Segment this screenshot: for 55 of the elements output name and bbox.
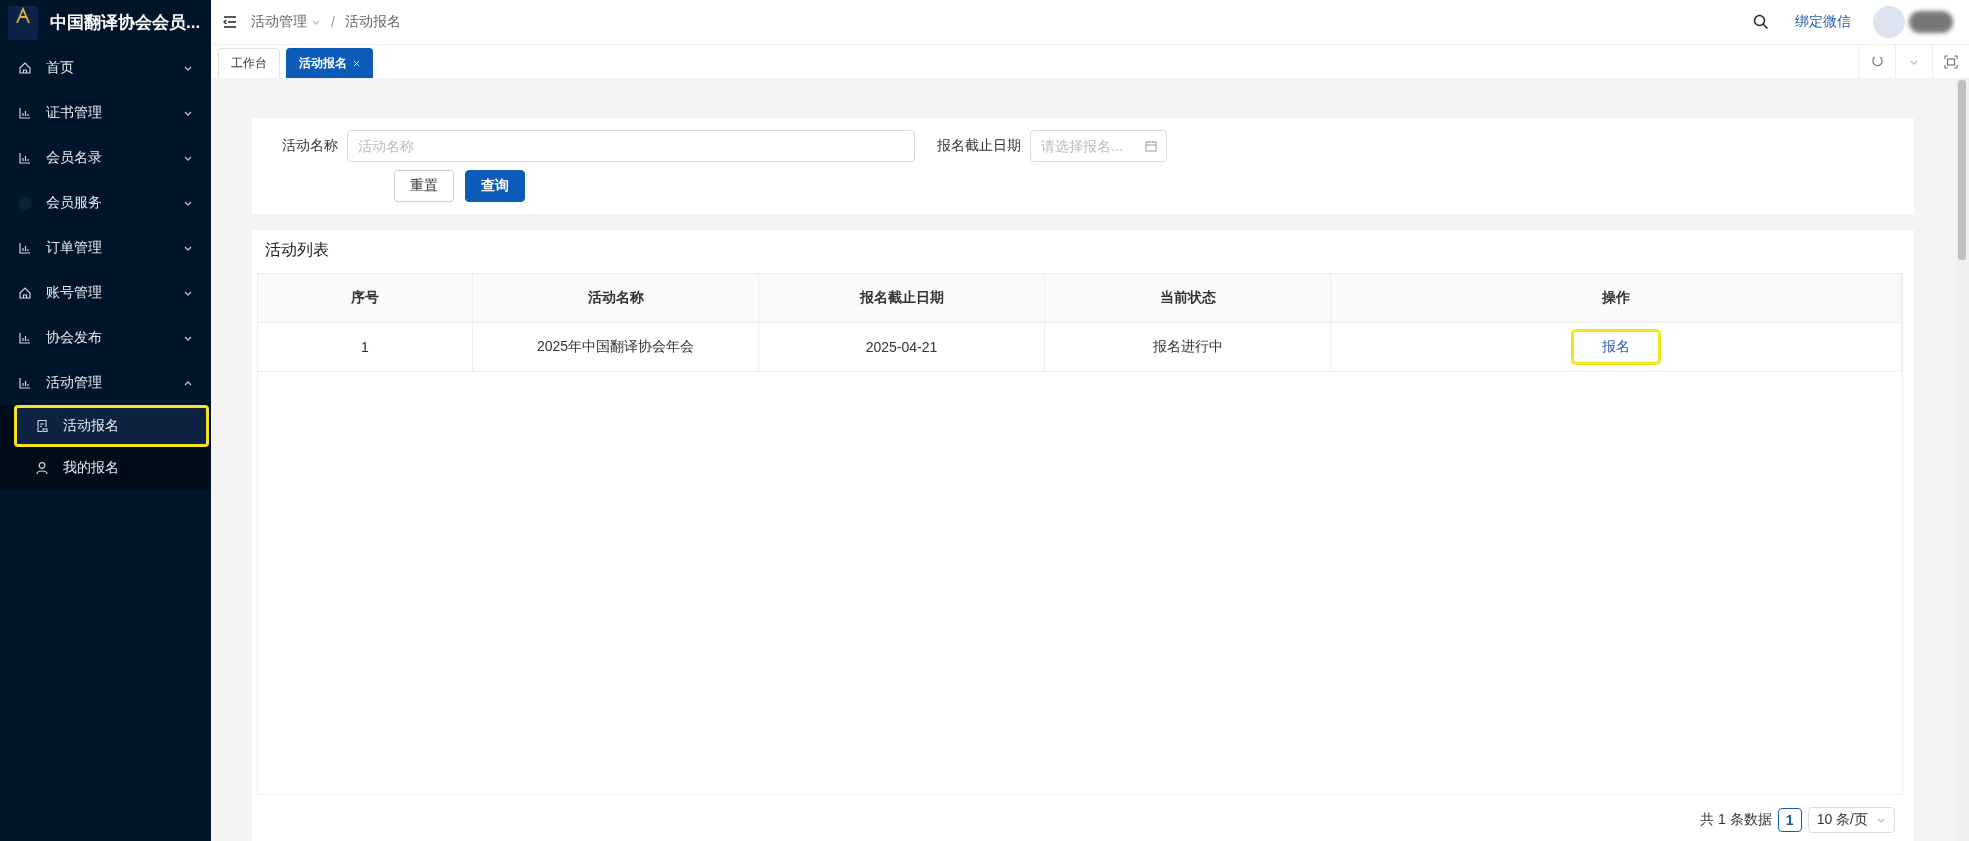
table-cell: 2025年中国翻译协会年会 (473, 323, 759, 372)
bar-chart-icon (18, 240, 32, 255)
column-header: 操作 (1331, 274, 1902, 323)
signup-link[interactable]: 报名 (1571, 329, 1661, 365)
column-header: 当前状态 (1045, 274, 1331, 323)
menu-item[interactable]: 账号管理 (0, 270, 211, 315)
blurred-username (1909, 11, 1953, 33)
bar-chart-icon (18, 150, 32, 165)
menu-item[interactable]: 证书管理 (0, 90, 211, 135)
menu-item[interactable]: 会员服务 (0, 180, 211, 225)
table-cell: 1 (258, 323, 473, 372)
close-icon[interactable] (353, 60, 360, 67)
menu-item[interactable]: 订单管理 (0, 225, 211, 270)
submenu-item[interactable]: 我的报名 (14, 447, 209, 489)
page-size-select[interactable]: 10 条/页 (1807, 807, 1895, 833)
document-icon (35, 419, 49, 433)
column-header: 报名截止日期 (759, 274, 1045, 323)
bar-chart-icon (18, 105, 32, 120)
list-title: 活动列表 (264, 240, 330, 260)
table-cell: 报名进行中 (1045, 323, 1331, 372)
date-field[interactable]: 请选择报名... (1030, 130, 1167, 162)
bar-chart-icon (18, 330, 32, 345)
menu-icon[interactable] (223, 15, 237, 29)
breadcrumb-item[interactable]: 活动报名 (344, 13, 401, 31)
logo-icon (8, 5, 38, 40)
page-button[interactable]: 1 (1777, 808, 1802, 832)
calendar-icon (1145, 140, 1157, 152)
scrollbar-thumb[interactable] (1958, 80, 1966, 260)
breadcrumb-separator: / (331, 14, 335, 30)
table-cell: 2025-04-21 (759, 323, 1045, 372)
home-icon (18, 285, 32, 300)
refresh-icon[interactable] (1870, 55, 1884, 68)
menu-item[interactable]: 活动管理 (0, 360, 211, 405)
menu-item[interactable]: 首页 (0, 45, 211, 90)
user-icon (35, 461, 49, 475)
menu-item[interactable]: 会员名录 (0, 135, 211, 180)
home-icon (18, 60, 32, 75)
app-title: 中国翻译协会会员... (50, 12, 201, 34)
field-label: 报名截止日期 (937, 137, 1021, 155)
reset-button[interactable]: 重置 (394, 170, 454, 202)
column-header: 活动名称 (473, 274, 759, 323)
query-button[interactable]: 查询 (465, 170, 525, 202)
breadcrumb-item[interactable]: 活动管理 (251, 13, 321, 31)
field-label: 活动名称 (282, 137, 338, 155)
total-count: 共 1 条数据 (1700, 811, 1772, 829)
input-field[interactable]: 活动名称 (347, 130, 915, 162)
bar-chart-icon (18, 375, 32, 390)
search-icon[interactable] (1753, 14, 1769, 30)
column-header: 序号 (258, 274, 473, 323)
tab[interactable]: 活动报名 (286, 48, 373, 78)
bind-wechat-link[interactable]: 绑定微信 (1795, 13, 1851, 31)
fullscreen-icon[interactable] (1944, 54, 1958, 69)
submenu-item[interactable]: 活动报名 (14, 405, 209, 447)
tab[interactable]: 工作台 (218, 48, 280, 78)
menu-item[interactable]: 协会发布 (0, 315, 211, 360)
